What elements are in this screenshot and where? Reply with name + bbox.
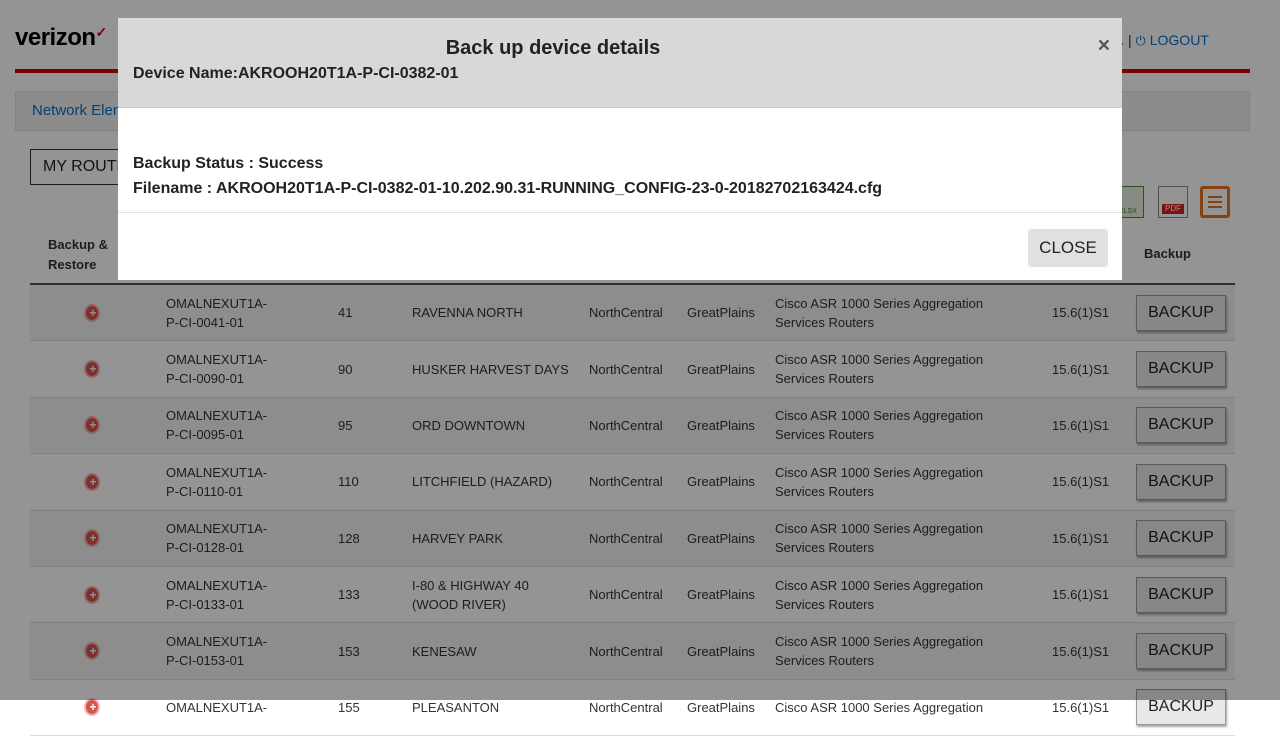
close-button[interactable]: CLOSE [1028,229,1108,267]
backup-filename: Filename : AKROOH20T1A-P-CI-0382-01-10.2… [133,180,883,197]
backup-details-modal: Back up device details Device Name:AKROO… [118,18,1122,280]
modal-title: Back up device details [445,37,661,59]
site-name-line1: PLEASANTON [412,699,500,715]
modal-footer: CLOSE [118,212,1122,267]
device-name: Device Name:AKROOH20T1A-P-CI-0382-01 [133,65,459,82]
restore-icon[interactable] [84,698,100,717]
close-icon[interactable]: × [1098,34,1110,58]
backup-status: Backup Status : Success [133,155,324,172]
device-name-line1: OMALNEXUT1A- [166,699,268,715]
modal-header: Back up device details Device Name:AKROO… [118,18,1122,108]
model-line1: Cisco ASR 1000 Series Aggregation [775,699,984,715]
modal-body: Backup Status : Success Filename : AKROO… [133,151,882,201]
